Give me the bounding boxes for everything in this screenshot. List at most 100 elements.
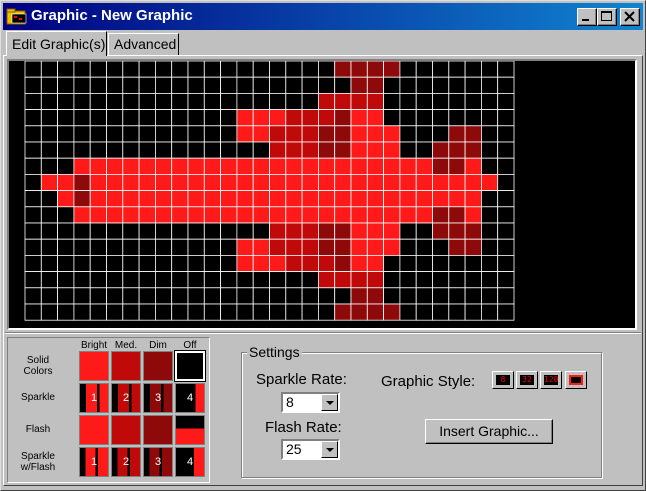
led-pixel[interactable] [285, 254, 303, 272]
led-pixel[interactable] [57, 61, 75, 78]
led-pixel[interactable] [138, 222, 156, 240]
led-pixel[interactable] [236, 222, 254, 240]
led-pixel[interactable] [24, 206, 42, 224]
led-pixel[interactable] [269, 303, 287, 321]
led-pixel[interactable] [285, 174, 303, 192]
led-pixel[interactable] [350, 93, 368, 111]
led-pixel[interactable] [171, 61, 189, 78]
swatch-sparkle-medium[interactable]: 2 [111, 383, 141, 413]
led-pixel[interactable] [73, 222, 91, 240]
led-pixel[interactable] [334, 109, 352, 127]
led-pixel[interactable] [366, 271, 384, 289]
led-pixel[interactable] [40, 109, 58, 127]
led-pixel[interactable] [89, 93, 107, 111]
led-pixel[interactable] [138, 174, 156, 192]
title-bar[interactable]: Graphic - New Graphic [3, 3, 643, 30]
led-pixel[interactable] [464, 254, 482, 272]
led-pixel[interactable] [73, 141, 91, 159]
led-pixel[interactable] [399, 76, 417, 94]
led-pixel[interactable] [399, 141, 417, 159]
led-pixel[interactable] [383, 125, 401, 143]
led-pixel[interactable] [203, 157, 222, 175]
led-pixel[interactable] [138, 271, 156, 289]
led-pixel[interactable] [24, 93, 42, 111]
chevron-down-icon[interactable] [321, 441, 338, 458]
led-pixel[interactable] [317, 303, 336, 321]
led-pixel[interactable] [269, 61, 287, 78]
led-pixel[interactable] [203, 206, 222, 224]
led-pixel[interactable] [106, 141, 124, 159]
led-pixel[interactable] [252, 109, 270, 127]
led-pixel[interactable] [252, 93, 270, 111]
led-pixel[interactable] [73, 61, 91, 78]
led-pixel[interactable] [480, 174, 499, 192]
led-pixel[interactable] [399, 93, 417, 111]
led-pixel[interactable] [40, 141, 58, 159]
led-pixel[interactable] [366, 141, 384, 159]
led-pixel[interactable] [236, 93, 254, 111]
led-pixel[interactable] [334, 238, 352, 256]
led-pixel[interactable] [399, 303, 417, 321]
led-pixel[interactable] [334, 271, 352, 289]
led-pixel[interactable] [415, 141, 433, 159]
led-pixel[interactable] [73, 93, 91, 111]
led-pixel[interactable] [464, 174, 482, 192]
led-pixel[interactable] [24, 238, 42, 256]
led-pixel[interactable] [415, 287, 433, 305]
led-pixel[interactable] [122, 206, 140, 224]
led-pixel[interactable] [73, 238, 91, 256]
led-pixel[interactable] [24, 174, 42, 192]
led-pixel[interactable] [138, 141, 156, 159]
led-pixel[interactable] [40, 157, 58, 175]
led-pixel[interactable] [350, 109, 368, 127]
led-pixel[interactable] [399, 174, 417, 192]
led-pixel[interactable] [106, 254, 124, 272]
led-pixel[interactable] [464, 271, 482, 289]
led-pixel[interactable] [480, 157, 499, 175]
led-pixel[interactable] [366, 109, 384, 127]
led-pixel[interactable] [24, 303, 42, 321]
swatch-solid-dim[interactable] [143, 351, 173, 381]
led-pixel[interactable] [448, 157, 466, 175]
led-pixel[interactable] [220, 222, 238, 240]
led-pixel[interactable] [350, 174, 368, 192]
led-pixel[interactable] [285, 206, 303, 224]
led-pixel[interactable] [432, 238, 450, 256]
led-pixel[interactable] [138, 287, 156, 305]
led-pixel[interactable] [154, 190, 173, 208]
led-pixel[interactable] [203, 109, 222, 127]
led-pixel[interactable] [236, 287, 254, 305]
led-pixel[interactable] [203, 76, 222, 94]
led-pixel[interactable] [366, 61, 384, 78]
led-pixel[interactable] [203, 271, 222, 289]
led-pixel[interactable] [24, 76, 42, 94]
led-pixel[interactable] [269, 271, 287, 289]
led-pixel[interactable] [432, 174, 450, 192]
led-pixel[interactable] [40, 190, 58, 208]
led-pixel[interactable] [220, 190, 238, 208]
led-pixel[interactable] [252, 271, 270, 289]
led-pixel[interactable] [187, 174, 205, 192]
led-pixel[interactable] [171, 303, 189, 321]
led-pixel[interactable] [106, 190, 124, 208]
led-pixel[interactable] [366, 254, 384, 272]
led-pixel[interactable] [464, 303, 482, 321]
led-pixel[interactable] [480, 206, 499, 224]
led-pixel[interactable] [171, 93, 189, 111]
led-pixel[interactable] [89, 190, 107, 208]
led-pixel[interactable] [252, 157, 270, 175]
led-pixel[interactable] [350, 157, 368, 175]
led-pixel[interactable] [399, 206, 417, 224]
led-pixel[interactable] [301, 190, 319, 208]
led-pixel[interactable] [383, 61, 401, 78]
led-pixel[interactable] [122, 141, 140, 159]
led-pixel[interactable] [399, 109, 417, 127]
swatch-solid-medium[interactable] [111, 351, 141, 381]
led-pixel[interactable] [203, 303, 222, 321]
led-pixel[interactable] [73, 157, 91, 175]
led-pixel[interactable] [269, 238, 287, 256]
led-pixel[interactable] [138, 125, 156, 143]
led-pixel[interactable] [171, 157, 189, 175]
led-pixel[interactable] [350, 206, 368, 224]
led-pixel[interactable] [236, 190, 254, 208]
